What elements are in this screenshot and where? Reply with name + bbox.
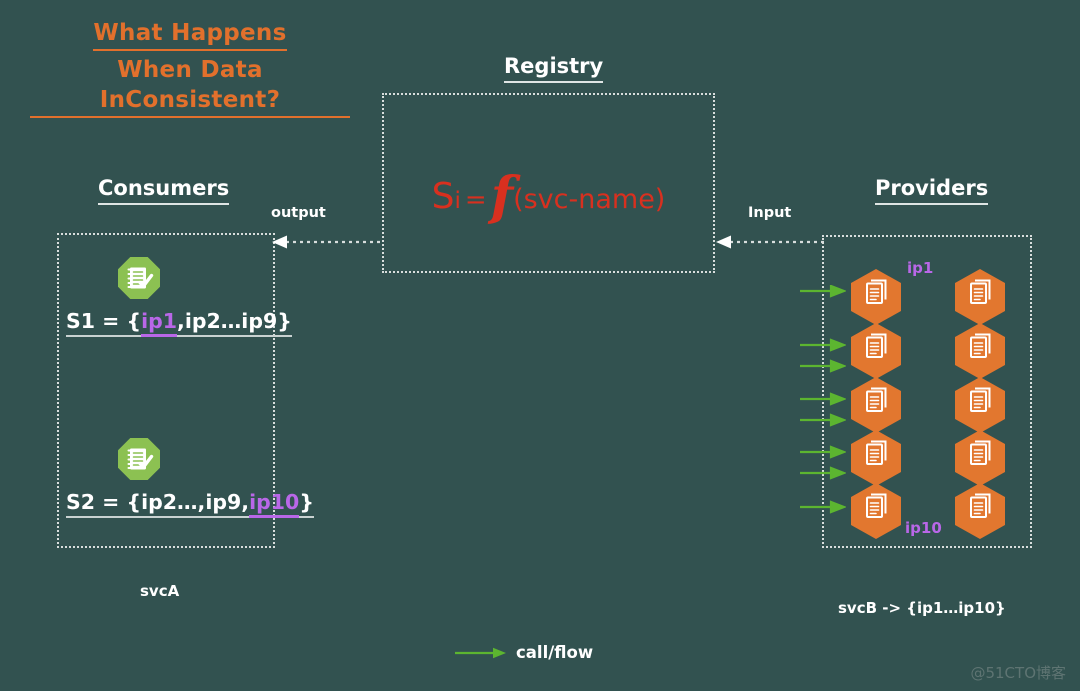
provider-node (955, 269, 1005, 329)
right-arrow-icon (455, 647, 506, 659)
documents-stack-icon (851, 269, 901, 325)
page-title: What Happens When Data InConsistent? (30, 18, 350, 118)
documents-stack-icon (851, 430, 901, 486)
documents-stack-icon (955, 377, 1005, 433)
provider-node (955, 483, 1005, 543)
consumer-icon-2 (118, 438, 160, 484)
legend-arrow (455, 645, 507, 664)
diagram-canvas: What Happens When Data InConsistent? Con… (0, 0, 1080, 691)
provider-node (955, 430, 1005, 490)
provider-node (851, 483, 901, 543)
output-connector (272, 234, 384, 253)
providers-title: Providers (875, 176, 989, 205)
provider-node (851, 323, 901, 383)
registry-formula: Si =f(svc-name) (382, 160, 715, 227)
legend-label: call/flow (516, 643, 594, 662)
notepad-check-icon (118, 438, 160, 480)
left-arrow-dotted-icon (716, 235, 824, 249)
call-arrows-group (800, 284, 848, 529)
page-title-line-1: What Happens (93, 18, 287, 51)
consumer-formula-1-suffix: ,ip2…ip9} (177, 309, 292, 333)
provider-node (955, 323, 1005, 383)
left-arrow-dotted-icon (272, 235, 384, 249)
providers-label-top: ip1 (907, 259, 934, 277)
consumers-caption: svcA (140, 582, 180, 600)
page-title-line-2: When Data InConsistent? (30, 55, 350, 118)
consumers-title: Consumers (98, 176, 230, 205)
output-label: output (271, 205, 326, 221)
green-arrows-icon (800, 284, 848, 514)
provider-node (851, 269, 901, 329)
documents-stack-icon (851, 483, 901, 539)
providers-caption: svcB -> {ip1…ip10} (838, 599, 1006, 617)
providers-label-bottom: ip10 (905, 519, 942, 537)
documents-stack-icon (851, 323, 901, 379)
consumers-container: S1 = {ip1,ip2…ip9} S2 = {ip2…,ip9,ip10} (57, 233, 314, 548)
consumer-formula-2-prefix: S2 = {ip2…,ip9, (66, 490, 250, 514)
registry-formula-function: f (490, 166, 514, 227)
consumer-formula-1-prefix: S1 = { (66, 309, 142, 333)
provider-node (851, 377, 901, 437)
documents-stack-icon (955, 269, 1005, 325)
consumer-icon-1 (118, 257, 160, 303)
consumer-formula-1-highlight: ip1 (141, 309, 178, 337)
consumer-formula-2: S2 = {ip2…,ip9,ip10} (66, 490, 314, 518)
providers-container: ip1 ip10 (822, 235, 1032, 548)
consumer-formula-2-suffix: } (299, 490, 314, 514)
consumer-formula-1: S1 = {ip1,ip2…ip9} (66, 309, 292, 337)
registry-formula-equals: = (464, 185, 487, 215)
registry-title: Registry (504, 54, 604, 83)
watermark: @51CTO博客 (970, 664, 1066, 682)
notepad-check-icon (118, 257, 160, 299)
input-label: Input (748, 205, 792, 221)
provider-node (955, 377, 1005, 437)
documents-stack-icon (851, 377, 901, 433)
documents-stack-icon (955, 483, 1005, 539)
input-connector (716, 234, 824, 253)
registry-formula-subscript: i (454, 188, 461, 214)
documents-stack-icon (955, 323, 1005, 379)
registry-formula-s: S (431, 176, 455, 217)
provider-node (851, 430, 901, 490)
registry-formula-argument: (svc-name) (513, 184, 666, 215)
documents-stack-icon (955, 430, 1005, 486)
consumer-formula-2-highlight: ip10 (249, 490, 300, 518)
